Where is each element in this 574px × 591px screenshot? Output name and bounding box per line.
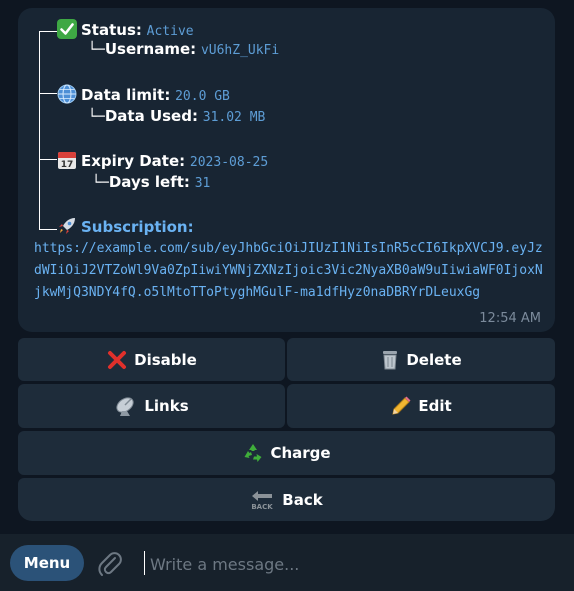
disable-label: Disable: [134, 350, 197, 369]
delete-button[interactable]: Delete: [287, 338, 555, 381]
status-label: Status:: [81, 21, 142, 39]
tree-branch: [39, 31, 57, 32]
tree-branch: [39, 93, 57, 94]
edit-button[interactable]: Edit: [287, 384, 555, 428]
chat-area: Status: Active └─Username: vU6hZ_UkFi Da…: [0, 0, 574, 534]
back-arrow-icon: BACK: [252, 490, 274, 511]
back-button[interactable]: BACK Back: [18, 478, 555, 521]
charge-button[interactable]: Charge: [18, 431, 555, 475]
data-limit-row: Data limit: 20.0 GB: [57, 84, 230, 107]
expiry-label: Expiry Date:: [81, 152, 186, 170]
back-label: Back: [282, 490, 323, 509]
data-limit-label: Data limit:: [81, 86, 171, 104]
subscription-label: Subscription:: [81, 218, 194, 236]
text-caret: [144, 551, 145, 575]
days-left-value: 31: [194, 176, 211, 191]
username-label: Username:: [104, 40, 197, 58]
tree-branch: [39, 229, 57, 230]
paperclip-icon[interactable]: [97, 550, 123, 578]
pencil-icon: [392, 396, 411, 415]
message-input[interactable]: [148, 547, 552, 581]
delete-label: Delete: [406, 350, 462, 369]
status-value: Active: [146, 24, 194, 39]
branch-glyph: └─: [88, 109, 105, 125]
expiry-value: 2023-08-25: [189, 155, 269, 170]
username-value: vU6hZ_UkFi: [200, 43, 280, 58]
data-used-row: └─Data Used: 31.02 MB: [88, 106, 265, 128]
satellite-antenna-icon: [116, 397, 134, 416]
message-bubble: Status: Active └─Username: vU6hZ_UkFi Da…: [18, 8, 555, 332]
branch-glyph: └─: [92, 175, 109, 191]
trash-icon: [383, 350, 398, 369]
expiry-row: 17 Expiry Date: 2023-08-25: [57, 150, 268, 173]
composer-bar: Menu: [0, 534, 574, 591]
message-time: 12:54 AM: [479, 311, 541, 326]
edit-label: Edit: [418, 397, 452, 415]
recycle-icon: [244, 444, 262, 462]
branch-glyph: └─: [88, 42, 105, 58]
subscription-row: Subscription:: [57, 216, 194, 237]
disable-button[interactable]: Disable: [18, 338, 285, 381]
back-icon-text: BACK: [252, 503, 274, 511]
data-limit-value: 20.0 GB: [175, 89, 230, 104]
data-used-label: Data Used:: [104, 107, 198, 125]
days-left-row: └─Days left: 31: [92, 172, 210, 194]
globe-icon: [57, 84, 77, 104]
tree-branch: [39, 159, 57, 160]
subscription-link[interactable]: https://example.com/sub/eyJhbGciOiJIUzI1…: [34, 238, 544, 304]
links-label: Links: [144, 397, 189, 415]
charge-label: Charge: [270, 444, 331, 462]
check-mark-icon: [57, 19, 77, 39]
menu-button[interactable]: Menu: [10, 545, 84, 581]
data-used-value: 31.02 MB: [202, 110, 266, 125]
cross-icon: [108, 350, 127, 369]
links-button[interactable]: Links: [18, 384, 285, 428]
calendar-day: 17: [61, 160, 74, 170]
rocket-icon: [59, 218, 75, 234]
username-row: └─Username: vU6hZ_UkFi: [88, 39, 279, 61]
tree-line: [39, 31, 40, 230]
days-left-label: Days left:: [108, 173, 190, 191]
calendar-icon: 17: [58, 152, 76, 170]
